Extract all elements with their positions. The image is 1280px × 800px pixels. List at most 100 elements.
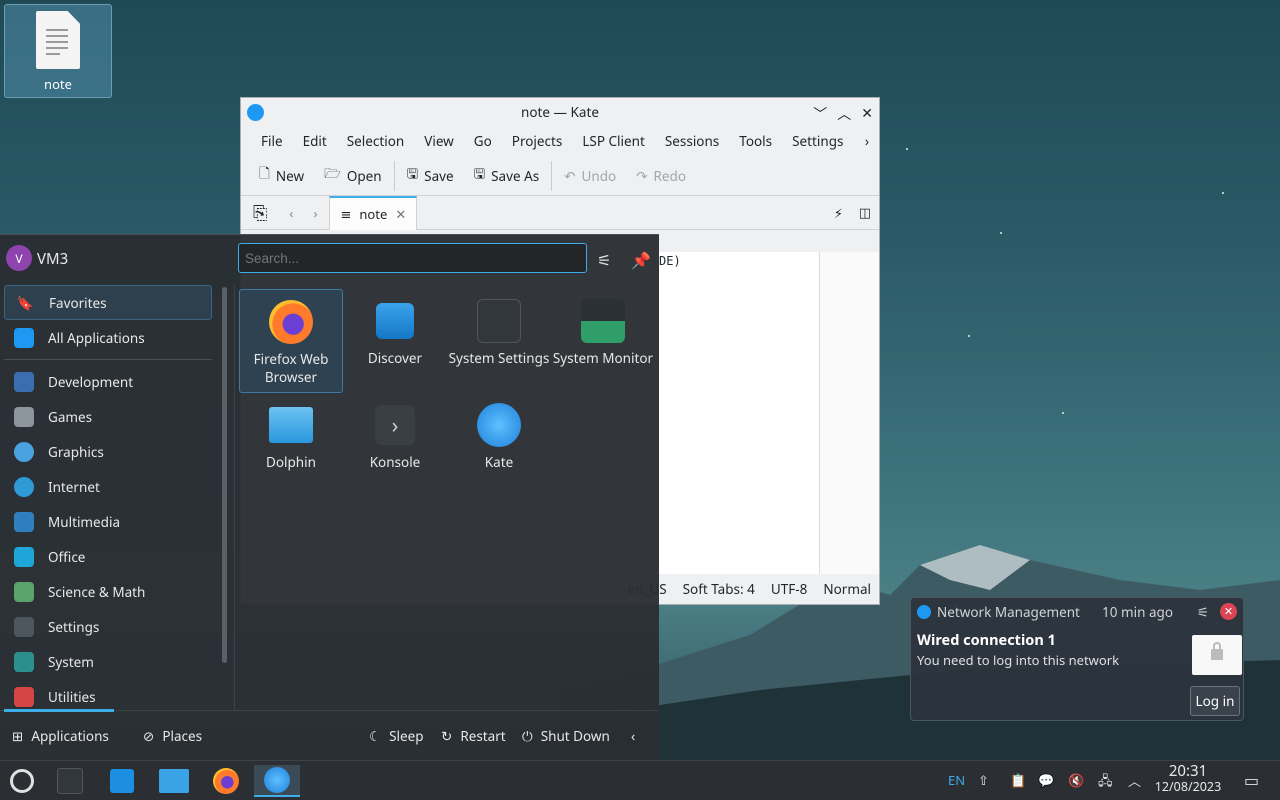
forward-icon[interactable]: › xyxy=(313,204,317,222)
menu-go[interactable]: Go xyxy=(464,126,502,156)
category-utilities[interactable]: Utilities xyxy=(4,679,212,711)
category-internet[interactable]: Internet xyxy=(4,469,212,504)
network-notification: Network Management 10 min ago ⚟ ✕ Wired … xyxy=(910,597,1244,721)
quick-open-icon[interactable]: ⚡ xyxy=(834,204,843,222)
menu-projects[interactable]: Projects xyxy=(502,126,573,156)
menu-tools[interactable]: Tools xyxy=(729,126,782,156)
window-titlebar[interactable]: note — Kate ﹀ ︿ ✕ xyxy=(241,98,879,126)
back-icon[interactable]: ‹ xyxy=(289,204,293,222)
development-icon xyxy=(14,371,34,392)
category-games[interactable]: Games xyxy=(4,399,212,434)
chevron-left-icon: ‹ xyxy=(631,727,636,745)
kate-icon xyxy=(477,403,521,447)
menu-sessions[interactable]: Sessions xyxy=(655,126,729,156)
app-firefox[interactable]: Firefox Web Browser xyxy=(239,289,343,393)
category-science-math[interactable]: Science & Math xyxy=(4,574,212,609)
category-office[interactable]: Office xyxy=(4,539,212,574)
taskbar-discover[interactable] xyxy=(102,765,142,797)
menu-bar: File Edit Selection View Go Projects LSP… xyxy=(241,126,879,156)
mode-setting[interactable]: Normal xyxy=(823,580,871,598)
menu-settings[interactable]: Settings xyxy=(782,126,853,156)
taskbar-dolphin[interactable] xyxy=(154,765,194,797)
notification-settings-icon[interactable]: ⚟ xyxy=(1197,603,1209,621)
undo-button[interactable]: ↶ Undo xyxy=(554,160,626,192)
encoding-setting[interactable]: UTF-8 xyxy=(771,580,807,598)
tab-applications[interactable]: ⊞ Applications xyxy=(12,727,109,745)
menu-lsp-client[interactable]: LSP Client xyxy=(572,126,655,156)
network-icon[interactable]: 🖧 xyxy=(1098,771,1113,794)
minimize-icon[interactable]: ﹀ xyxy=(813,104,827,124)
category-system[interactable]: System xyxy=(4,644,212,679)
taskbar-firefox[interactable] xyxy=(206,765,246,797)
open-label: Open xyxy=(346,166,382,185)
clipboard-icon[interactable]: 📋 xyxy=(1010,771,1026,789)
category-graphics[interactable]: Graphics xyxy=(4,434,212,469)
configure-icon[interactable]: ⚟ xyxy=(597,249,611,271)
save-label: Save xyxy=(424,166,454,185)
chevron-up-icon[interactable]: ︿ xyxy=(1128,771,1141,790)
notification-close-icon[interactable]: ✕ xyxy=(1220,603,1237,620)
new-button[interactable]: 🗋 New xyxy=(249,160,314,192)
system-settings-icon xyxy=(57,768,83,794)
documents-panel-icon[interactable]: ⎘ xyxy=(253,201,267,225)
pin-icon[interactable]: 📌 xyxy=(631,249,651,271)
restart-icon: ↻ xyxy=(441,727,453,745)
show-desktop-icon[interactable]: ▭ xyxy=(1244,769,1259,791)
desktop-icon-note[interactable]: note xyxy=(4,4,112,98)
tab-places[interactable]: ⊘ Places xyxy=(143,727,202,745)
flask-icon xyxy=(14,581,34,602)
minimap[interactable] xyxy=(819,252,879,574)
category-list: 🔖 Favorites All Applications Development… xyxy=(0,285,216,711)
maximize-icon[interactable]: ︿ xyxy=(837,104,851,124)
split-view-icon[interactable]: ◫ xyxy=(859,203,871,221)
category-multimedia[interactable]: Multimedia xyxy=(4,504,212,539)
avatar[interactable]: V xyxy=(6,245,32,271)
taskbar-system-settings[interactable] xyxy=(50,765,90,797)
toolbar-separator xyxy=(393,160,395,191)
tab-note[interactable]: ≡ note ✕ xyxy=(329,195,418,230)
category-favorites[interactable]: 🔖 Favorites xyxy=(4,285,212,320)
save-button[interactable]: 🖫 Save xyxy=(397,160,464,192)
close-icon[interactable]: ✕ xyxy=(861,104,873,124)
category-settings[interactable]: Settings xyxy=(4,609,212,644)
log-in-button[interactable]: Log in xyxy=(1190,686,1240,716)
restart-button[interactable]: ↻ Restart xyxy=(441,727,506,745)
app-dolphin[interactable]: Dolphin xyxy=(239,393,343,497)
more-session-options-button[interactable]: ‹ xyxy=(631,727,635,745)
digital-clock[interactable]: 20:31 12/08/2023 xyxy=(1152,764,1224,795)
menu-selection[interactable]: Selection xyxy=(337,126,414,156)
user-name: VM3 xyxy=(37,249,69,269)
app-konsole[interactable]: › Konsole xyxy=(343,393,447,497)
app-system-monitor[interactable]: System Monitor xyxy=(551,289,655,393)
text-file-icon xyxy=(36,11,80,69)
search-input[interactable] xyxy=(238,243,587,273)
app-kate[interactable]: Kate xyxy=(447,393,551,497)
redo-button[interactable]: ↷ Redo xyxy=(626,160,696,192)
menu-file[interactable]: File xyxy=(251,126,293,156)
notifications-icon[interactable]: 💬 xyxy=(1038,771,1054,789)
indentation-setting[interactable]: Soft Tabs: 4 xyxy=(683,580,755,598)
application-launcher-button[interactable] xyxy=(2,765,42,797)
save-as-button[interactable]: 🖫 Save As xyxy=(464,160,550,192)
keyboard-layout-indicator[interactable]: EN xyxy=(948,771,965,789)
category-scrollbar[interactable] xyxy=(222,287,227,663)
app-discover[interactable]: Discover xyxy=(343,289,447,393)
divider xyxy=(4,359,212,360)
button-label: Restart xyxy=(460,727,506,745)
category-development[interactable]: Development xyxy=(4,364,212,399)
sleep-button[interactable]: ☾ Sleep xyxy=(369,727,424,745)
tab-close-icon[interactable]: ✕ xyxy=(395,205,406,223)
button-label: Shut Down xyxy=(540,727,610,745)
menu-edit[interactable]: Edit xyxy=(293,126,337,156)
updates-icon[interactable]: ⇧ xyxy=(978,771,989,789)
shutdown-button[interactable]: ⏻ Shut Down xyxy=(522,727,610,745)
taskbar: EN ⇧ 📋 💬 🔇 🖧 ︿ 20:31 12/08/2023 ▭ xyxy=(0,760,1280,800)
menu-overflow-icon[interactable]: › xyxy=(855,126,879,156)
open-button[interactable]: 🗁 Open xyxy=(314,160,392,192)
app-system-settings[interactable]: System Settings xyxy=(447,289,551,393)
category-all-applications[interactable]: All Applications xyxy=(4,320,212,355)
menu-view[interactable]: View xyxy=(414,126,464,156)
compass-icon: ⊘ xyxy=(143,727,155,745)
taskbar-kate[interactable] xyxy=(254,765,300,797)
volume-icon[interactable]: 🔇 xyxy=(1068,771,1084,789)
